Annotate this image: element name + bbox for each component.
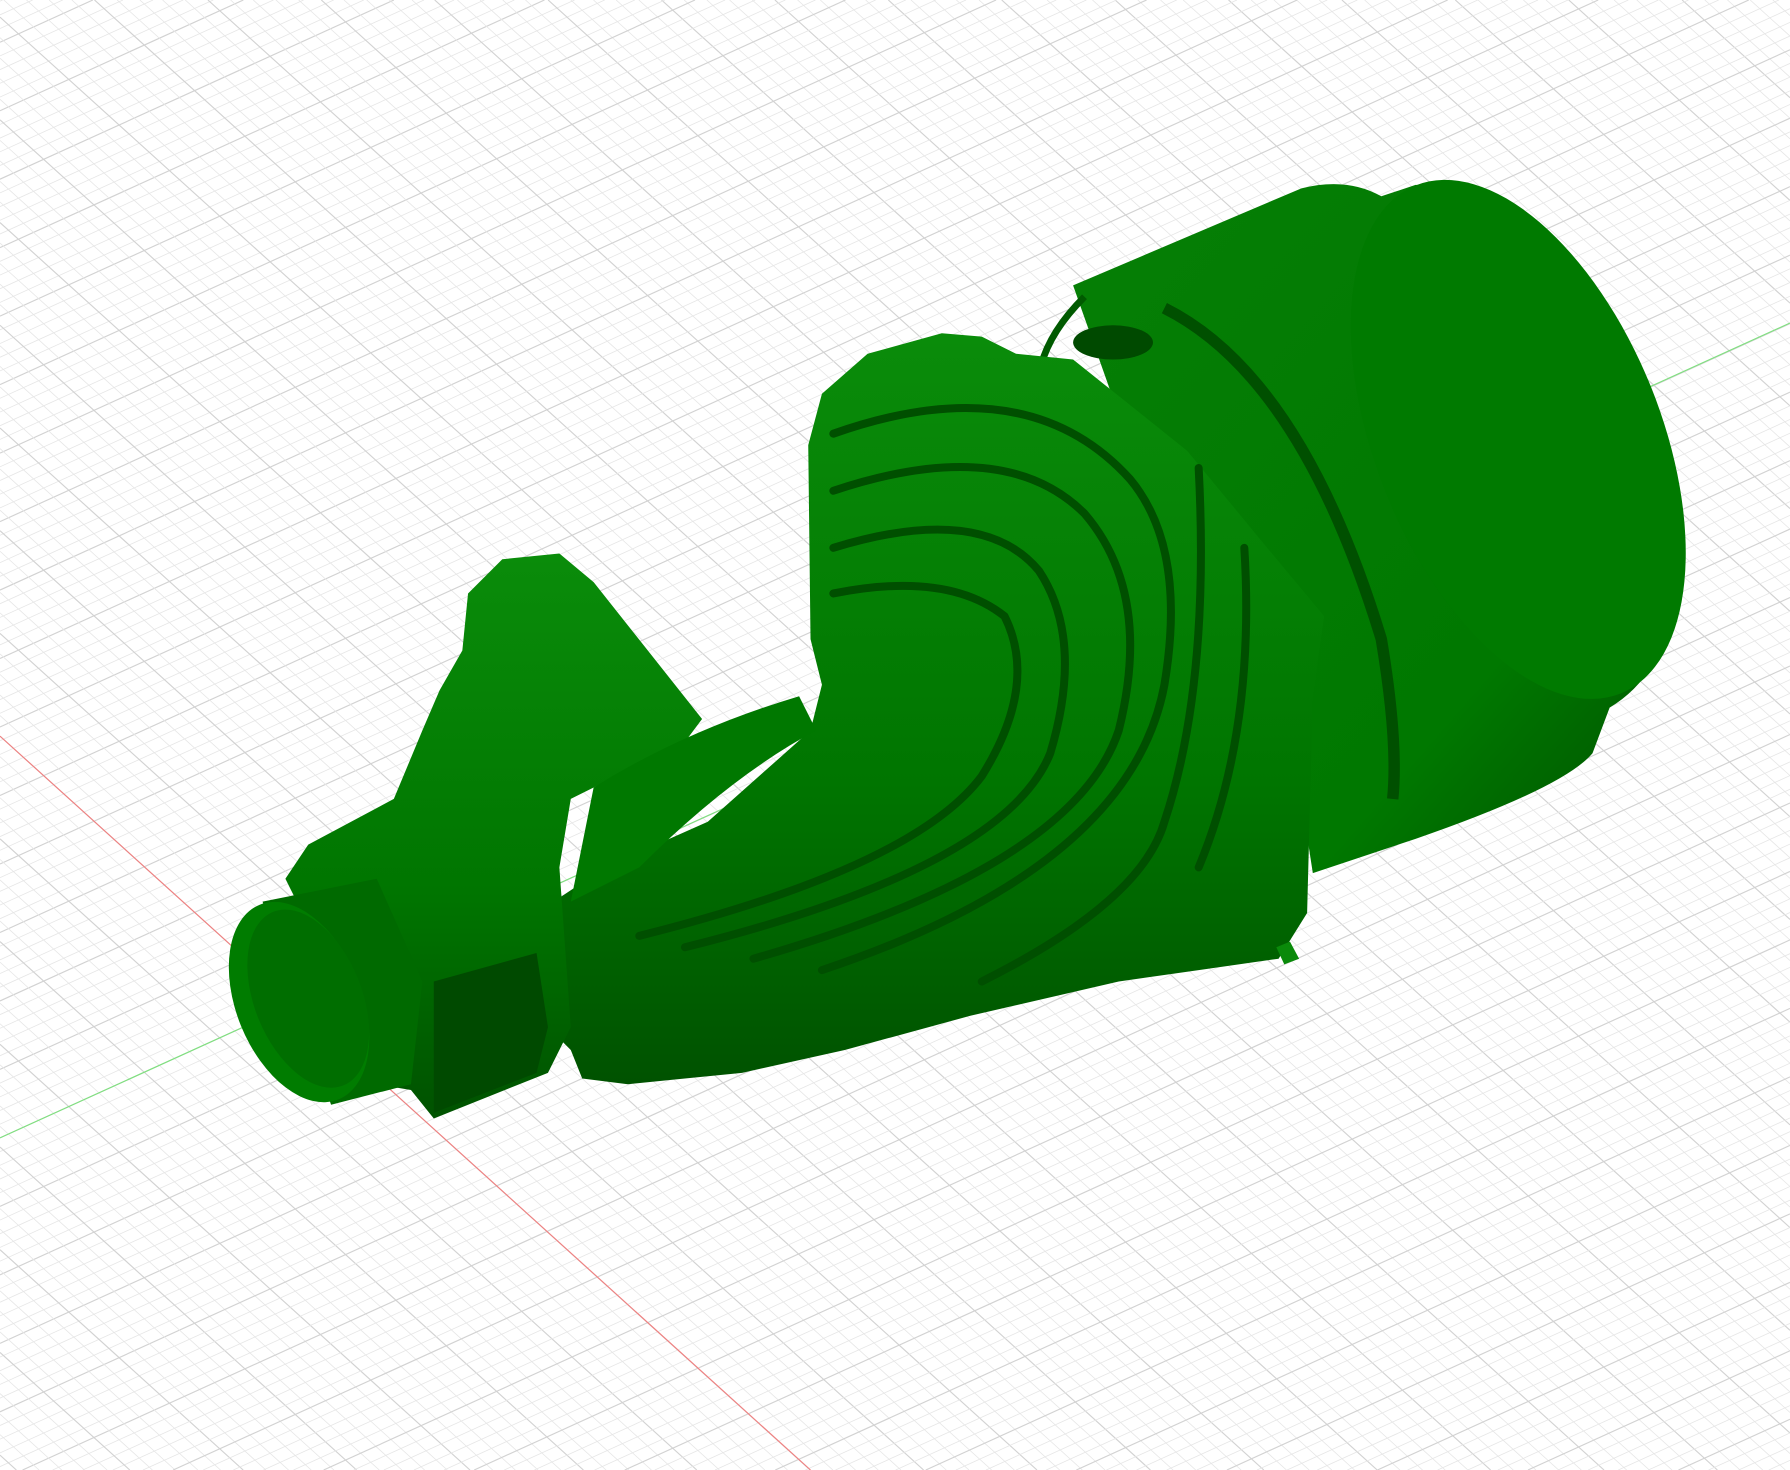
- grid-line: [0, 0, 485, 221]
- grid-line: [895, 1062, 1790, 1470]
- green-mechanical-part[interactable]: [202, 132, 1754, 1123]
- grid-line: [0, 0, 154, 70]
- grid-line: [0, 0, 334, 153]
- grid-line: [0, 0, 425, 194]
- grid-line: [1768, 1460, 1790, 1470]
- grid-line: [1347, 1268, 1790, 1470]
- grid-line: [1497, 1336, 1790, 1470]
- cylinder-notch: [1073, 325, 1153, 360]
- grid-line: [0, 0, 214, 98]
- grid-line: [1407, 1295, 1790, 1470]
- grid-line: [1648, 1405, 1790, 1470]
- grid-line: [1613, 0, 1790, 160]
- viewport-canvas[interactable]: [0, 0, 1790, 1470]
- grid-line: [0, 1454, 17, 1470]
- 3d-viewport[interactable]: [0, 0, 1790, 1470]
- grid-line: [0, 0, 33, 16]
- grid-line: [0, 1290, 199, 1470]
- grid-line: [0, 0, 696, 317]
- left-block-shadow: [433, 952, 548, 1113]
- grid-line: [0, 0, 455, 207]
- grid-line: [0, 1126, 380, 1470]
- grid-line: [1681, 0, 1790, 99]
- grid-line: [1500, 0, 1790, 263]
- grid-line: [744, 994, 1790, 1470]
- grid-line: [1772, 0, 1790, 16]
- grid-line: [1708, 1432, 1790, 1470]
- grid-line: [1196, 1199, 1790, 1470]
- grid-line: [0, 0, 3, 2]
- grid-line: [985, 1103, 1790, 1470]
- grid-line: [1256, 1227, 1790, 1470]
- grid-line: [1076, 1144, 1790, 1470]
- grid-line: [0, 0, 876, 399]
- grid-line: [1377, 1281, 1790, 1470]
- grid-line: [1704, 0, 1790, 78]
- grid-line: [0, 1187, 312, 1470]
- grid-line: [0, 1413, 63, 1470]
- grid-line: [1467, 1323, 1790, 1470]
- grid-line: [0, 1311, 176, 1470]
- grid-line: [0, 1249, 244, 1470]
- grid-line: [1527, 1350, 1790, 1470]
- grid-line: [0, 1064, 448, 1470]
- cylinder-rim-shadow: [1037, 294, 1087, 367]
- grid-line: [1545, 0, 1790, 222]
- grid-line: [955, 1090, 1790, 1470]
- grid-line: [0, 0, 906, 413]
- grid-line: [0, 0, 274, 125]
- grid-line: [1286, 1240, 1790, 1470]
- grid-line: [1588, 1377, 1790, 1470]
- grid-line: [1636, 0, 1790, 140]
- grid-line: [1738, 1446, 1790, 1470]
- grid-line: [775, 1007, 1790, 1470]
- grid-line: [0, 0, 244, 112]
- grid-line: [0, 0, 937, 427]
- grid-line: [0, 0, 786, 358]
- grid-line: [0, 1393, 85, 1470]
- grid-line: [0, 1269, 221, 1470]
- grid-line: [1557, 1364, 1790, 1470]
- grid-line: [1678, 1418, 1790, 1470]
- grid-line: [1226, 1213, 1790, 1470]
- grid-line: [1046, 1131, 1790, 1470]
- grid-line: [0, 0, 846, 386]
- grid-line: [0, 1434, 40, 1470]
- grid-line: [0, 1208, 289, 1470]
- grid-line: [865, 1049, 1790, 1470]
- grid-line: [1727, 0, 1790, 57]
- grid-line: [1437, 1309, 1790, 1470]
- grid-line: [0, 0, 304, 139]
